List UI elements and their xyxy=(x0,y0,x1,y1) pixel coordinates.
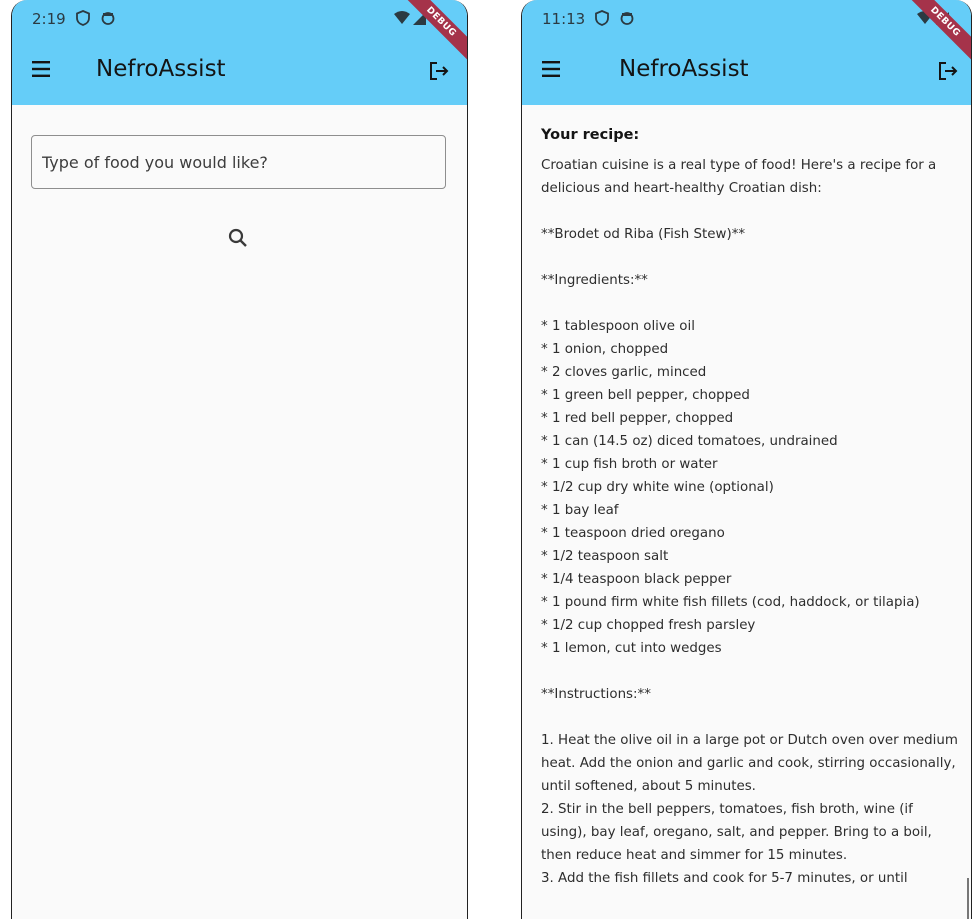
status-time: 2:19 xyxy=(32,10,66,28)
recipe-heading: Your recipe: xyxy=(541,127,640,143)
left-phone-screen: 2:19 NefroAssist DEBUG xyxy=(11,0,468,919)
sync-icon xyxy=(100,10,116,26)
app-bar: NefroAssist xyxy=(522,40,971,105)
menu-icon[interactable] xyxy=(30,59,52,79)
app-bar: NefroAssist xyxy=(12,40,467,105)
right-phone-screen: 11:13 NefroAssist DEBUG Your recipe: Cro… xyxy=(521,0,972,919)
search-icon[interactable] xyxy=(226,226,250,250)
sync-icon xyxy=(619,10,635,26)
status-time: 11:13 xyxy=(542,10,586,28)
scrollbar[interactable] xyxy=(967,878,969,919)
logout-icon[interactable] xyxy=(937,60,959,82)
app-title: NefroAssist xyxy=(619,56,749,82)
status-bar: 2:19 xyxy=(12,0,467,40)
recipe-content: Your recipe: Croatian cuisine is a real … xyxy=(541,124,961,890)
food-search-input[interactable] xyxy=(31,135,446,189)
logout-icon[interactable] xyxy=(428,60,450,82)
app-title: NefroAssist xyxy=(96,56,226,82)
status-bar: 11:13 xyxy=(522,0,971,40)
recipe-text: Croatian cuisine is a real type of food!… xyxy=(541,158,958,886)
wifi-icon xyxy=(393,10,411,26)
shield-icon xyxy=(76,10,90,26)
menu-icon[interactable] xyxy=(540,59,562,79)
shield-icon xyxy=(595,10,609,26)
